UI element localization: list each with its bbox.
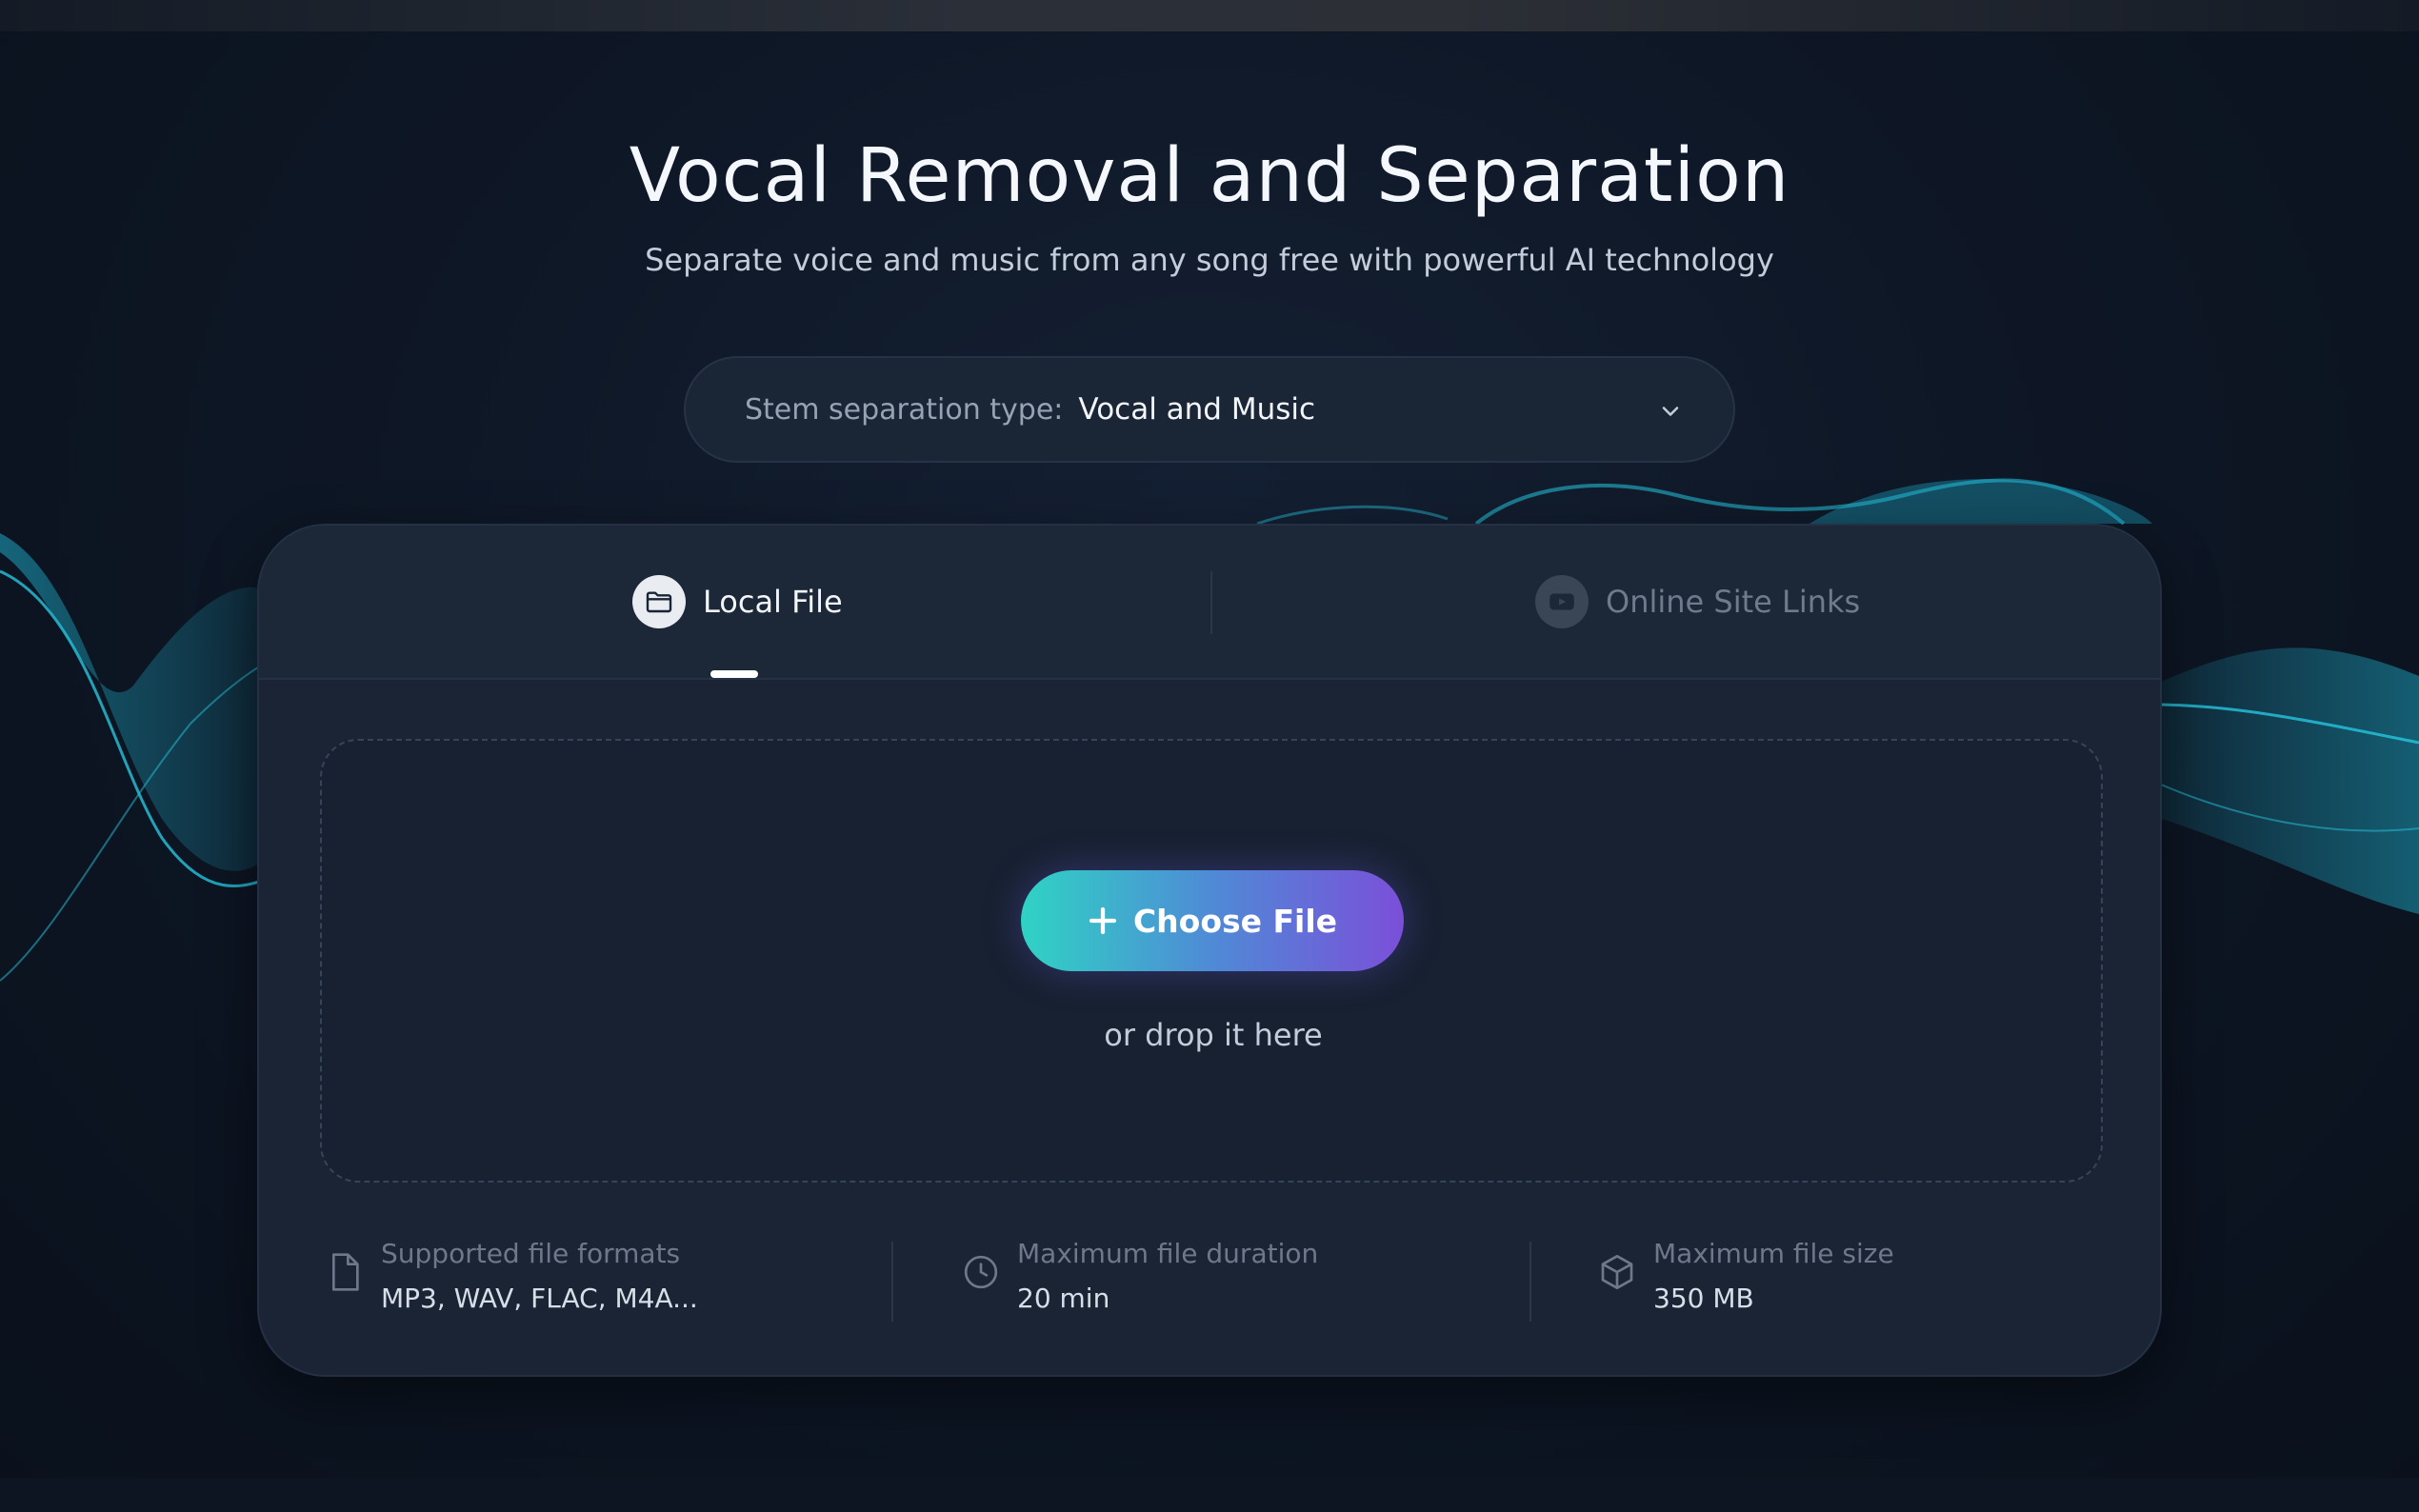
drop-hint: or drop it here (1104, 1017, 1323, 1053)
info-divider (891, 1242, 893, 1322)
info-formats-label: Supported file formats (381, 1238, 681, 1269)
info-duration-label: Maximum file duration (1017, 1238, 1319, 1269)
file-dropzone[interactable]: Choose File or drop it here (320, 739, 2103, 1183)
bottom-bar (0, 1478, 2419, 1512)
plus-icon (1089, 906, 1117, 935)
file-limits: Supported file formats MP3, WAV, FLAC, M… (259, 1213, 2160, 1327)
choose-file-label: Choose File (1132, 902, 1338, 940)
folder-icon (632, 575, 686, 628)
page-title: Vocal Removal and Separation (629, 133, 1790, 219)
stem-select-value: Vocal and Music (1078, 392, 1316, 427)
clock-icon (964, 1255, 998, 1289)
info-size-text: Maximum file size 350 MB (1653, 1238, 1894, 1314)
choose-file-button[interactable]: Choose File (1021, 870, 1404, 971)
tab-divider (1210, 571, 1212, 634)
upload-card: Local File Online Site Links Choose File… (257, 524, 2162, 1377)
info-formats-value: MP3, WAV, FLAC, M4A... (381, 1283, 698, 1314)
info-duration-value: 20 min (1017, 1283, 1110, 1314)
info-formats-text: Supported file formats MP3, WAV, FLAC, M… (381, 1238, 698, 1314)
tab-local-file[interactable]: Local File (632, 526, 843, 678)
stem-select-label: Stem separation type: (745, 392, 1064, 427)
chevron-down-icon (1662, 407, 1679, 416)
stem-separation-select[interactable]: Stem separation type: Vocal and Music (684, 356, 1735, 463)
tab-local-file-label: Local File (703, 584, 843, 620)
box-icon (1601, 1255, 1633, 1289)
file-icon (332, 1253, 359, 1291)
page: Vocal Removal and Separation Separate vo… (0, 0, 2419, 1512)
upload-tabs: Local File Online Site Links (259, 526, 2160, 680)
tab-online-site-links[interactable]: Online Site Links (1535, 526, 1860, 678)
active-tab-indicator (710, 670, 758, 678)
info-size-value: 350 MB (1653, 1283, 1754, 1314)
info-size-label: Maximum file size (1653, 1238, 1894, 1269)
info-divider (1529, 1242, 1531, 1322)
info-duration-text: Maximum file duration 20 min (1017, 1238, 1318, 1314)
page-subtitle: Separate voice and music from any song f… (645, 242, 1774, 278)
video-play-icon (1535, 575, 1589, 628)
tab-online-site-links-label: Online Site Links (1606, 584, 1861, 620)
